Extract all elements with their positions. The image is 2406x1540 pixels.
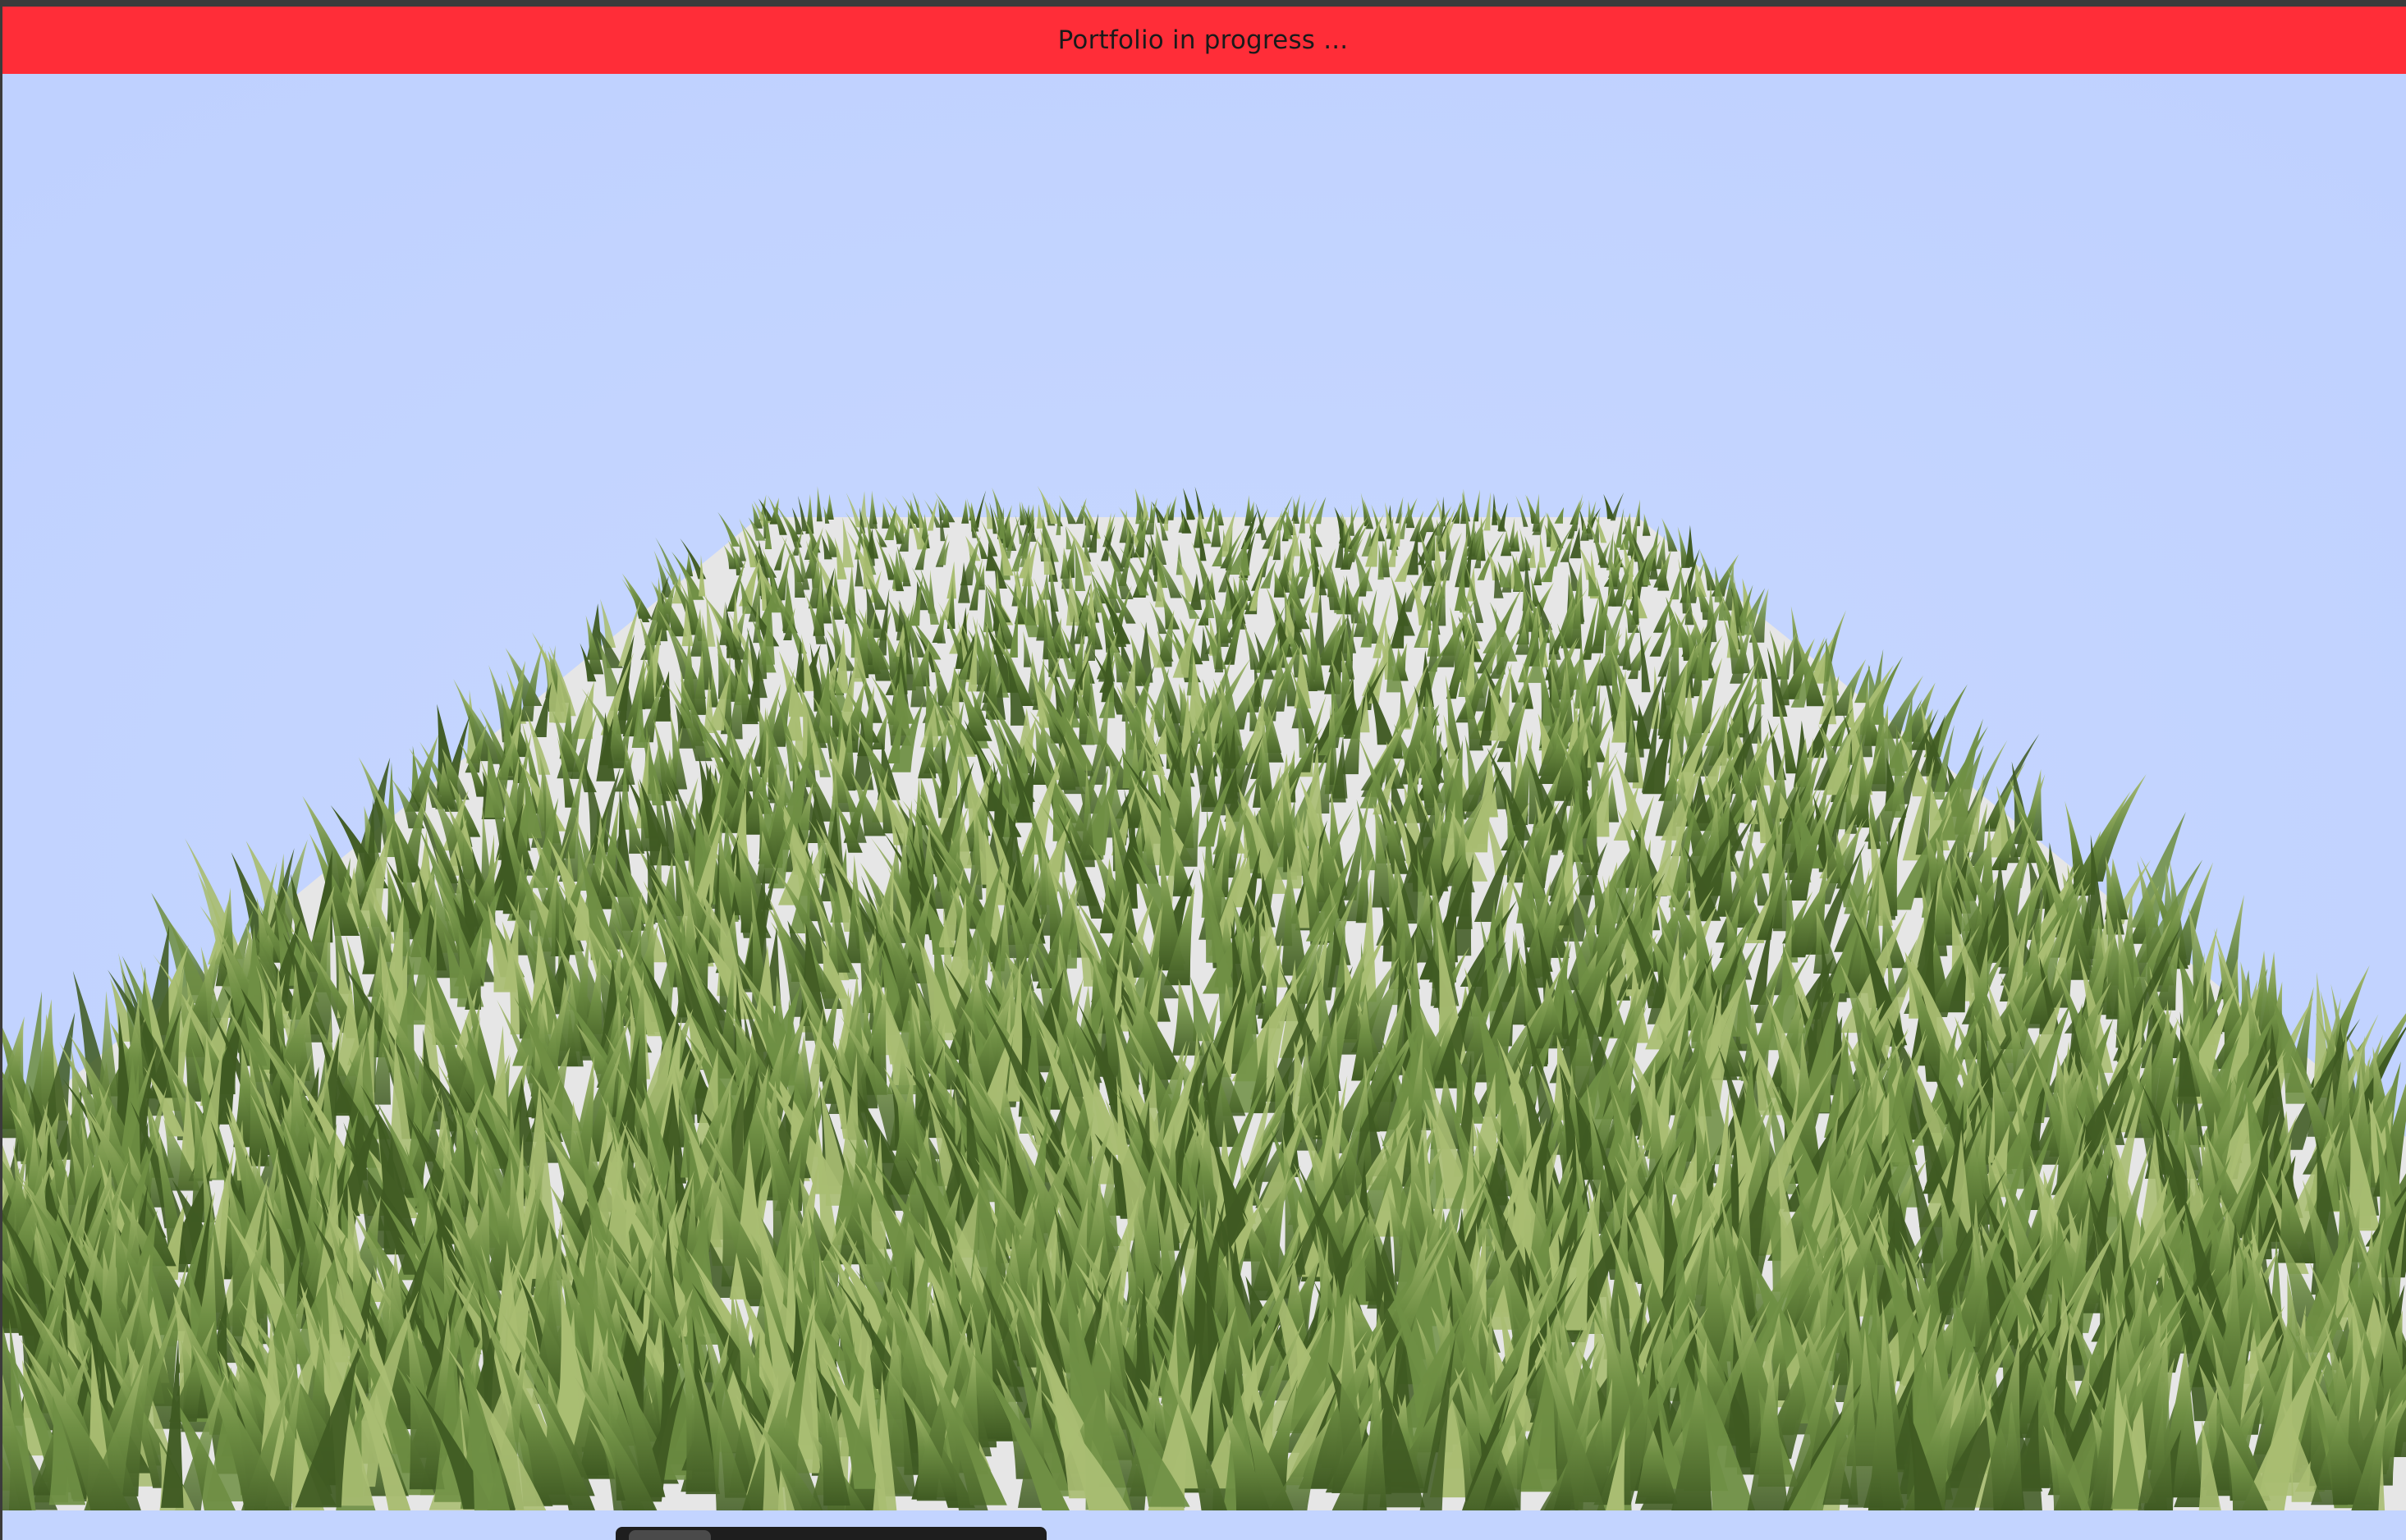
control-bar[interactable] [616,1527,1047,1540]
webgl-viewport[interactable]: Portfolio in progress ... [0,0,2406,1540]
window-top-edge [0,0,2406,7]
window-left-edge [0,0,2,1540]
banner-text: Portfolio in progress ... [1057,25,1349,55]
status-banner: Portfolio in progress ... [0,7,2406,74]
grass-scene-canvas[interactable] [0,74,2406,1540]
control-knob[interactable] [629,1530,711,1540]
bottom-strip [0,1510,2406,1540]
